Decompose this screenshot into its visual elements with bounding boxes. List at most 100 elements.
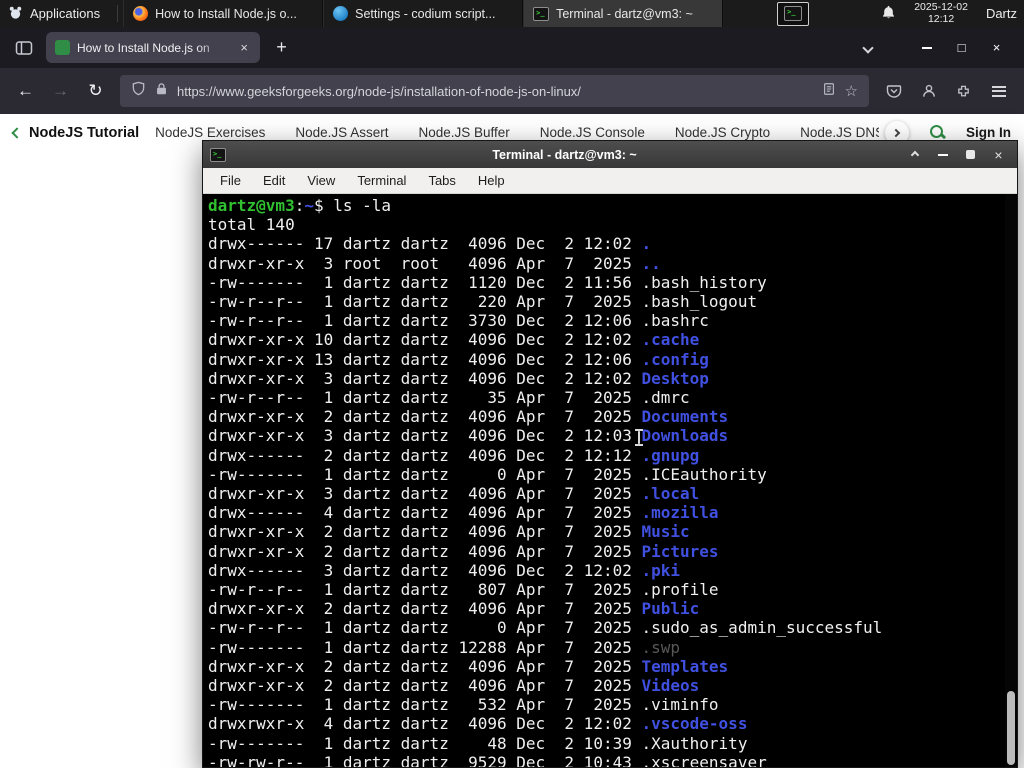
terminal-icon: [210, 147, 226, 162]
terminal-line: -rw------- 1 dartz dartz 12288 Apr 7 202…: [208, 637, 681, 657]
terminal-line: drwxr-xr-x 2 dartz dartz 4096 Apr 7 2025…: [208, 599, 700, 619]
tab-close-icon[interactable]: ×: [237, 39, 251, 56]
terminal-line: drwxr-xr-x 3 dartz dartz 4096 Dec 2 12:0…: [208, 426, 729, 446]
menu-help[interactable]: Help: [468, 170, 515, 191]
terminal-menu-bar: File Edit View Terminal Tabs Help: [203, 168, 1017, 194]
sign-in-button[interactable]: Sign In: [966, 125, 1011, 140]
extensions-icon[interactable]: [947, 75, 980, 107]
terminal-line: drwxr-xr-x 2 dartz dartz 4096 Apr 7 2025…: [208, 541, 719, 561]
site-nav-links: NodeJS Exercises Node.JS Assert Node.JS Bu…: [155, 125, 879, 140]
shade-button[interactable]: [903, 144, 926, 165]
new-tab-button[interactable]: +: [268, 34, 295, 61]
terminal-scrollbar[interactable]: [1005, 194, 1017, 767]
minimize-button[interactable]: [931, 144, 954, 165]
site-nav-title[interactable]: NodeJS Tutorial: [29, 125, 139, 141]
menu-edit[interactable]: Edit: [253, 170, 295, 191]
taskbar-button-label: Settings - codium script...: [355, 6, 496, 21]
taskbar-button[interactable]: Terminal - dartz@vm3: ~: [523, 0, 724, 27]
terminal-title: Terminal - dartz@vm3: ~: [492, 147, 637, 162]
panel-separator: [117, 5, 119, 22]
applications-menu-button[interactable]: Applications: [0, 0, 112, 27]
applications-icon: [8, 5, 23, 23]
taskbar-button[interactable]: How to Install Node.js o...: [123, 0, 324, 27]
clock-time: 12:12: [927, 12, 955, 25]
maximize-button[interactable]: [959, 144, 982, 165]
terminal-line: drwx------ 3 dartz dartz 4096 Dec 2 12:0…: [208, 560, 681, 580]
terminal-line: -rw-r--r-- 1 dartz dartz 35 Apr 7 2025 .…: [208, 388, 690, 408]
firefox-view-icon[interactable]: [10, 34, 38, 62]
taskbar-button-label: How to Install Node.js o...: [155, 6, 297, 21]
scrollbar-thumb[interactable]: [1007, 691, 1015, 765]
terminal-line: -rw-rw-r-- 1 dartz dartz 9529 Dec 2 10:4…: [208, 752, 767, 767]
close-button[interactable]: ×: [979, 33, 1014, 63]
taskbar-button-label: Terminal - dartz@vm3: ~: [556, 6, 693, 21]
taskbar-button[interactable]: Settings - codium script...: [323, 0, 524, 27]
menu-view[interactable]: View: [297, 170, 345, 191]
site-nav-link[interactable]: Node.JS Assert: [295, 125, 388, 140]
account-icon[interactable]: [912, 75, 945, 107]
site-nav-link[interactable]: Node.JS Buffer: [418, 125, 509, 140]
site-nav-link[interactable]: Node.JS DNS: [800, 125, 879, 140]
terminal-window: Terminal - dartz@vm3: ~ × FileEditViewTe…: [202, 140, 1018, 768]
maximize-button[interactable]: □: [944, 33, 979, 63]
terminal-output[interactable]: dartz@vm3:~$ ls -la total 140 drwx------ 1…: [203, 194, 1017, 767]
menu-file[interactable]: File: [210, 170, 251, 191]
site-nav-link[interactable]: Node.JS Crypto: [675, 125, 770, 140]
browser-toolbar: ← → ↻ https://www.geeksforgeeks.org/node…: [0, 68, 1024, 114]
menu-tabs[interactable]: Tabs: [418, 170, 465, 191]
url-text[interactable]: https://www.geeksforgeeks.org/node-js/in…: [177, 84, 813, 99]
reload-button[interactable]: ↻: [79, 75, 112, 107]
tray-terminal-icon[interactable]: [777, 1, 810, 26]
url-bar[interactable]: https://www.geeksforgeeks.org/node-js/in…: [120, 75, 869, 107]
terminal-line: drwxrwxr-x 4 dartz dartz 4096 Dec 2 12:0…: [208, 714, 748, 734]
terminal-line: drwx------ 2 dartz dartz 4096 Dec 2 12:1…: [208, 445, 700, 465]
terminal-line: -rw------- 1 dartz dartz 48 Dec 2 10:39 …: [208, 733, 748, 753]
site-nav-link[interactable]: NodeJS Exercises: [155, 125, 265, 140]
terminal-line: -rw------- 1 dartz dartz 0 Apr 7 2025 .I…: [208, 464, 767, 484]
menu-icon[interactable]: [982, 75, 1015, 107]
tab-favicon: [55, 40, 70, 55]
close-button[interactable]: ×: [987, 144, 1010, 165]
forward-button[interactable]: →: [44, 75, 77, 107]
window-taskbar: How to Install Node.js o... Settings - co…: [123, 0, 724, 27]
clock-date: 2025-12-02: [914, 1, 968, 13]
notification-bell-icon[interactable]: [881, 4, 896, 23]
list-tabs-icon[interactable]: [853, 34, 883, 62]
firefox-icon: [133, 6, 149, 21]
terminal-line: drwxr-xr-x 2 dartz dartz 4096 Apr 7 2025…: [208, 407, 729, 427]
terminal-line: drwxr-xr-x 2 dartz dartz 4096 Apr 7 2025…: [208, 522, 690, 542]
lock-icon[interactable]: [155, 82, 168, 101]
terminal-line: -rw-r--r-- 1 dartz dartz 807 Apr 7 2025 …: [208, 580, 719, 600]
pocket-icon[interactable]: [877, 75, 910, 107]
minimize-button[interactable]: [909, 33, 944, 63]
browser-tab[interactable]: How to Install Node.js on ×: [46, 32, 260, 63]
window-controls: □ ×: [853, 33, 1014, 63]
desktop: Applications How to Install Node.js o...…: [0, 0, 1024, 768]
terminal-line: drwxr-xr-x 3 root root 4096 Apr 7 2025 .…: [208, 253, 661, 273]
terminal-line: -rw-r--r-- 1 dartz dartz 3730 Dec 2 12:0…: [208, 311, 709, 331]
bookmark-star-icon[interactable]: ☆: [845, 82, 858, 100]
panel-clock[interactable]: 2025-12-02 12:12: [914, 1, 968, 25]
terminal-line: -rw-r--r-- 1 dartz dartz 0 Apr 7 2025 .s…: [208, 618, 883, 638]
terminal-title-bar[interactable]: Terminal - dartz@vm3: ~ ×: [203, 141, 1017, 168]
terminal-line: drwxr-xr-x 2 dartz dartz 4096 Apr 7 2025…: [208, 656, 729, 676]
reader-mode-icon[interactable]: [822, 82, 836, 101]
terminal-line: -rw-r--r-- 1 dartz dartz 220 Apr 7 2025 …: [208, 292, 758, 312]
back-button[interactable]: ←: [9, 75, 42, 107]
terminal-line: -rw------- 1 dartz dartz 1120 Dec 2 11:5…: [208, 272, 767, 292]
applications-label: Applications: [30, 6, 101, 21]
menu-terminal[interactable]: Terminal: [347, 170, 416, 191]
tab-strip: How to Install Node.js on × + □ ×: [0, 27, 1024, 68]
search-icon[interactable]: [929, 124, 946, 141]
terminal-line: drwxr-xr-x 13 dartz dartz 4096 Dec 2 12:…: [208, 349, 709, 369]
terminal-line: -rw------- 1 dartz dartz 532 Apr 7 2025 …: [208, 695, 719, 715]
site-nav-link[interactable]: Node.JS Console: [540, 125, 645, 140]
terminal-line: drwxr-xr-x 2 dartz dartz 4096 Apr 7 2025…: [208, 676, 700, 696]
terminal-line: drwx------ 4 dartz dartz 4096 Apr 7 2025…: [208, 503, 719, 523]
terminal-icon: [784, 6, 803, 21]
nav-back-chevron-icon[interactable]: [11, 126, 23, 139]
tracking-shield-icon[interactable]: [131, 81, 146, 101]
terminal-line: total 140: [208, 215, 295, 235]
tab-title: How to Install Node.js on: [77, 40, 210, 55]
panel-status-area: 2025-12-02 12:12 Dartz: [881, 0, 1024, 27]
